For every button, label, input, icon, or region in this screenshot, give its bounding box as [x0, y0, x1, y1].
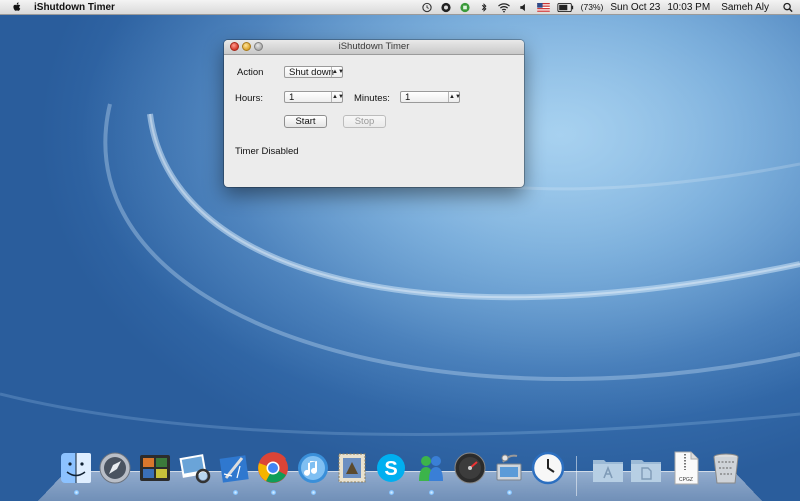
menu-bar: iShutdown Timer (73%) Sun Oct 23 10:03 P… [0, 0, 800, 15]
window-title: iShutdown Timer [224, 41, 524, 52]
trash-icon[interactable] [708, 450, 744, 486]
chrome-icon[interactable] [255, 450, 291, 486]
spotlight-search-icon[interactable] [782, 2, 794, 13]
dock-separator [576, 456, 577, 496]
chrome-running-indicator [271, 490, 276, 495]
us-flag-icon[interactable] [537, 3, 550, 12]
launchpad-icon[interactable] [97, 450, 133, 486]
user-name[interactable]: Sameh Aly [721, 2, 769, 13]
cpgz-file-icon[interactable]: CPGZ [668, 450, 704, 486]
evernote-icon[interactable] [459, 2, 471, 13]
popup-arrows-icon: ▲▼ [448, 92, 459, 102]
stop-button: Stop [343, 115, 386, 128]
action-label: Action [237, 67, 263, 78]
iphoto-icon[interactable] [177, 450, 213, 486]
clock-app-icon[interactable] [530, 450, 566, 486]
itunes-icon[interactable] [295, 450, 331, 486]
action-popup-value: Shut down [289, 67, 334, 78]
finder-running-indicator [74, 490, 79, 495]
hours-popup-value: 1 [289, 92, 294, 103]
hours-popup[interactable]: 1 ▲▼ [284, 91, 343, 103]
wifi-icon[interactable] [497, 2, 511, 13]
hours-label: Hours: [235, 93, 263, 104]
network-utility-running-indicator [507, 490, 512, 495]
popup-arrows-icon: ▲▼ [331, 67, 342, 77]
menubar-time[interactable]: 10:03 PM [667, 2, 710, 13]
xcode-running-indicator [233, 490, 238, 495]
minutes-popup-value: 1 [405, 92, 410, 103]
battery-icon[interactable] [557, 3, 574, 12]
menubar-date[interactable]: Sun Oct 23 [610, 2, 660, 13]
skype-running-indicator [389, 490, 394, 495]
itunes-running-indicator [311, 490, 316, 495]
popup-arrows-icon: ▲▼ [331, 92, 342, 102]
record-icon[interactable] [440, 2, 452, 13]
volume-icon[interactable] [518, 2, 530, 13]
bluetooth-icon[interactable] [478, 2, 490, 13]
documents-folder-icon[interactable] [628, 450, 664, 486]
action-popup[interactable]: Shut down ▲▼ [284, 66, 343, 78]
window-titlebar[interactable]: iShutdown Timer [224, 40, 524, 55]
minutes-popup[interactable]: 1 ▲▼ [400, 91, 460, 103]
xcode-icon[interactable] [216, 450, 252, 486]
minutes-label: Minutes: [354, 93, 390, 104]
apple-menu-icon[interactable] [11, 1, 23, 13]
start-button[interactable]: Start [284, 115, 327, 128]
menu-extras: (73%) Sun Oct 23 10:03 PM Sameh Aly [421, 0, 794, 14]
app-menu-title[interactable]: iShutdown Timer [34, 2, 115, 13]
clock-icon[interactable] [421, 2, 433, 13]
mail-stamp-icon[interactable] [334, 450, 370, 486]
svg-text:S: S [384, 458, 397, 480]
messenger-running-indicator [429, 490, 434, 495]
cpgz-file-label: CPGZ [679, 477, 693, 483]
network-utility-icon[interactable] [491, 450, 527, 486]
photo-booth-icon[interactable] [137, 450, 173, 486]
timer-status-text: Timer Disabled [235, 146, 299, 157]
applications-folder-icon[interactable] [590, 450, 626, 486]
battery-percentage: (73%) [581, 2, 604, 12]
finder-icon[interactable] [58, 450, 94, 486]
skype-icon[interactable]: S [373, 450, 409, 486]
dashboard-icon[interactable] [452, 450, 488, 486]
messenger-icon[interactable] [413, 450, 449, 486]
ishutdown-timer-window: iShutdown Timer Action Shut down ▲▼ Hour… [224, 40, 524, 187]
